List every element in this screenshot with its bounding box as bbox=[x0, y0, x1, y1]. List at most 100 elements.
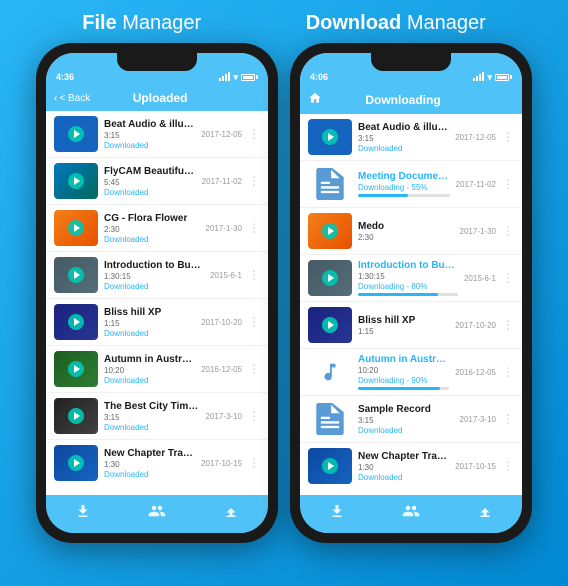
status-icons-left: ▾ bbox=[219, 72, 258, 83]
file-status: Downloading - 90% bbox=[358, 376, 449, 385]
dots-menu[interactable]: ⋮ bbox=[502, 412, 514, 426]
list-item[interactable]: Beat Audio & illumination 3:15 Downloade… bbox=[46, 111, 268, 158]
dots-menu[interactable]: ⋮ bbox=[248, 315, 260, 329]
download-rest-label: Manager bbox=[407, 12, 486, 34]
file-list-right: Beat Audio & illumination 3:15 Downloade… bbox=[300, 114, 522, 495]
nav-bar-right: Downloading bbox=[300, 87, 522, 114]
play-button-icon bbox=[322, 270, 338, 286]
file-date: 2017-3-10 bbox=[206, 412, 242, 421]
list-item[interactable]: Autumn in Australia 10:20 Downloading - … bbox=[300, 349, 522, 396]
tab-upload-left[interactable] bbox=[222, 502, 240, 525]
list-item[interactable]: Medo 2:30 2017-1-30 ⋮ bbox=[300, 208, 522, 255]
signal-icon-left bbox=[219, 73, 230, 81]
file-info: Beat Audio & illumination 3:15 Downloade… bbox=[104, 119, 195, 150]
file-date: 2015-6-1 bbox=[210, 271, 242, 280]
tab-upload-right[interactable] bbox=[476, 502, 494, 525]
list-item[interactable]: Sample Record 3:15 Downloaded 2017-3-10 … bbox=[300, 396, 522, 443]
list-item[interactable]: Introduction to Business 101 1:30:15 Dow… bbox=[46, 252, 268, 299]
thumbnail bbox=[54, 398, 98, 434]
list-item[interactable]: CG - Flora Flower 2:30 Downloaded 2017-1… bbox=[46, 205, 268, 252]
file-info: New Chapter Trailer 1:30 Downloaded bbox=[104, 448, 195, 479]
file-date: 2017-11-02 bbox=[202, 177, 242, 186]
tab-download-left[interactable] bbox=[74, 502, 92, 525]
dots-menu[interactable]: ⋮ bbox=[248, 174, 260, 188]
download-manager-label: Download Manager bbox=[306, 12, 486, 35]
list-item[interactable]: Bliss hill XP 1:15 2017-10-20 ⋮ bbox=[300, 302, 522, 349]
play-button-icon bbox=[68, 173, 84, 189]
file-date: 2017-12-05 bbox=[201, 130, 242, 139]
thumbnail bbox=[308, 260, 352, 296]
file-info: Introduction to Business 101 1:30:15 Dow… bbox=[358, 260, 458, 296]
tab-people-left[interactable] bbox=[148, 502, 166, 525]
list-item[interactable]: Beat Audio & illumination 3:15 Downloade… bbox=[300, 114, 522, 161]
file-info: The Best City Timelapse 3:15 Downloaded bbox=[104, 401, 200, 432]
phone-screen-left: 4:36 ▾ ‹ < Back Upload bbox=[46, 53, 268, 533]
dots-menu[interactable]: ⋮ bbox=[502, 177, 514, 191]
thumbnail bbox=[54, 116, 98, 152]
file-name: Medo bbox=[358, 221, 454, 232]
file-duration: 10:20 bbox=[104, 366, 195, 375]
back-button-left[interactable]: ‹ < Back bbox=[54, 93, 90, 104]
file-name: The Best City Timelapse bbox=[104, 401, 200, 412]
dots-menu[interactable]: ⋮ bbox=[248, 456, 260, 470]
dots-menu[interactable]: ⋮ bbox=[248, 268, 260, 282]
list-item[interactable]: FlyCAM Beautiful Lake 5:45 Downloaded 20… bbox=[46, 158, 268, 205]
dots-menu[interactable]: ⋮ bbox=[248, 127, 260, 141]
dots-menu[interactable]: ⋮ bbox=[502, 459, 514, 473]
progress-bar bbox=[358, 194, 450, 197]
file-manager-label: File Manager bbox=[82, 12, 201, 35]
dots-menu[interactable]: ⋮ bbox=[248, 221, 260, 235]
home-button-right[interactable] bbox=[308, 91, 322, 108]
back-chevron-left: ‹ bbox=[54, 93, 57, 104]
dots-menu[interactable]: ⋮ bbox=[502, 130, 514, 144]
dots-menu[interactable]: ⋮ bbox=[502, 318, 514, 332]
file-duration: 3:15 bbox=[358, 416, 454, 425]
thumbnail bbox=[308, 119, 352, 155]
file-duration: 1:30 bbox=[104, 460, 195, 469]
phones-container: 4:36 ▾ ‹ < Back Upload bbox=[22, 43, 546, 543]
wifi-icon-right: ▾ bbox=[487, 72, 492, 83]
thumbnail bbox=[54, 445, 98, 481]
dots-menu[interactable]: ⋮ bbox=[248, 409, 260, 423]
file-manager-phone: 4:36 ▾ ‹ < Back Upload bbox=[36, 43, 278, 543]
tab-people-right[interactable] bbox=[402, 502, 420, 525]
phone-screen-right: 4:06 ▾ Downloading bbox=[300, 53, 522, 533]
file-status: Downloaded bbox=[104, 423, 200, 432]
file-info: Beat Audio & illumination 3:15 Downloade… bbox=[358, 122, 449, 153]
file-name: Sample Record bbox=[358, 404, 454, 415]
list-item[interactable]: New Chapter Trailer 1:30 Downloaded 2017… bbox=[300, 443, 522, 489]
download-manager-phone: 4:06 ▾ Downloading bbox=[290, 43, 532, 543]
dots-menu[interactable]: ⋮ bbox=[502, 224, 514, 238]
file-date: 2017-10-15 bbox=[201, 459, 242, 468]
file-name: Bliss hill XP bbox=[358, 315, 449, 326]
tab-bar-left bbox=[46, 495, 268, 533]
thumbnail bbox=[54, 304, 98, 340]
list-item[interactable]: New Chapter Trailer 1:30 Downloaded 2017… bbox=[46, 440, 268, 486]
battery-icon-right bbox=[495, 74, 512, 81]
dots-menu[interactable]: ⋮ bbox=[502, 271, 514, 285]
list-item[interactable]: The Best City Timelapse 3:15 Downloaded … bbox=[46, 393, 268, 440]
tab-download-right[interactable] bbox=[328, 502, 346, 525]
file-duration: 10:20 bbox=[358, 366, 449, 375]
file-duration: 5:45 bbox=[104, 178, 196, 187]
list-item[interactable]: Bliss hill XP 1:15 Downloaded 2017-10-20… bbox=[46, 299, 268, 346]
list-item[interactable]: Introduction to Business 101 1:30:15 Dow… bbox=[300, 255, 522, 302]
dots-menu[interactable]: ⋮ bbox=[248, 362, 260, 376]
file-status: Downloaded bbox=[104, 470, 195, 479]
wifi-icon-left: ▾ bbox=[233, 72, 238, 83]
play-button-icon bbox=[322, 129, 338, 145]
file-date: 2017-11-02 bbox=[456, 180, 496, 189]
progress-fill bbox=[358, 194, 408, 197]
play-button-icon bbox=[68, 126, 84, 142]
file-date: 2016-12-05 bbox=[201, 365, 242, 374]
list-item[interactable]: Meeting Documents Downloading - 55% 2017… bbox=[300, 161, 522, 208]
phone-notch-left bbox=[117, 53, 197, 71]
play-button-icon bbox=[68, 455, 84, 471]
file-status: Downloading - 55% bbox=[358, 183, 450, 192]
dots-menu[interactable]: ⋮ bbox=[502, 365, 514, 379]
signal-icon-right bbox=[473, 73, 484, 81]
battery-icon-left bbox=[241, 74, 258, 81]
play-button-icon bbox=[322, 223, 338, 239]
time-left: 4:36 bbox=[56, 72, 74, 82]
list-item[interactable]: Autumn in Australia 10:20 Downloaded 201… bbox=[46, 346, 268, 393]
